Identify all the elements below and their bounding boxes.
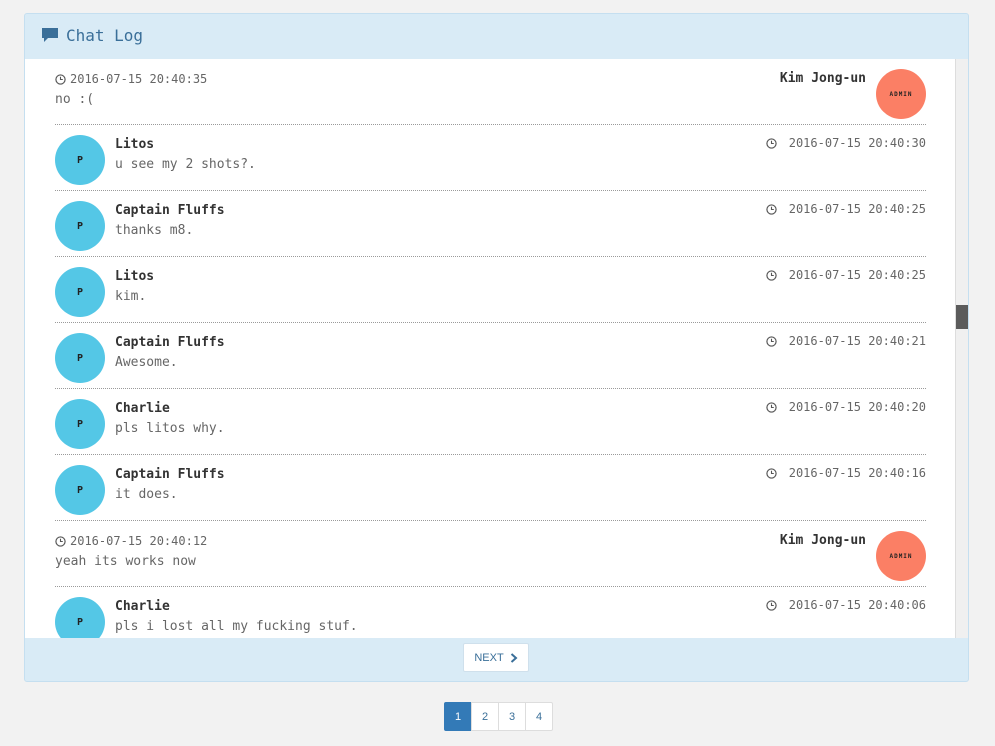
message-text: thanks m8.: [115, 223, 194, 238]
message-time-text: 2016-07-15 20:40:12: [70, 534, 208, 548]
chat-bubble-icon: [42, 28, 58, 42]
chat-message: P Litos u see my 2 shots?. 2016-07-15 20:40…: [55, 125, 926, 191]
message-author: Litos: [115, 269, 155, 284]
message-text: yeah its works now: [55, 554, 196, 569]
scrollbar-thumb[interactable]: [956, 305, 968, 329]
clock-icon: [766, 203, 777, 215]
chat-message: P Captain Fluffs it does. 2016-07-15 20:40:…: [55, 455, 926, 521]
message-time-text: 2016-07-15 20:40:16: [788, 466, 926, 480]
chat-log-panel: Chat Log 2016-07-15 20:40:35 no :( Kim Jon…: [24, 13, 969, 682]
chat-message: P Captain Fluffs Awesome. 2016-07-15 20:40:…: [55, 323, 926, 389]
message-time: 2016-07-15 20:40:06: [766, 598, 926, 612]
message-time: 2016-07-15 20:40:20: [766, 400, 926, 414]
chat-message: P Captain Fluffs thanks m8. 2016-07-15 20:4…: [55, 191, 926, 257]
user-avatar: P: [55, 465, 105, 515]
chat-message: 2016-07-15 20:40:35 no :( Kim Jong-un ADMIN: [55, 59, 926, 125]
message-time: 2016-07-15 20:40:16: [766, 466, 926, 480]
clock-icon: [766, 599, 777, 611]
message-time-text: 2016-07-15 20:40:25: [788, 202, 926, 216]
message-time: 2016-07-15 20:40:25: [766, 268, 926, 282]
message-text: pls i lost all my fucking stuf.: [115, 619, 358, 634]
admin-avatar: ADMIN: [876, 531, 926, 581]
chat-message-list: 2016-07-15 20:40:35 no :( Kim Jong-un ADMIN…: [55, 59, 926, 638]
clock-icon: [766, 335, 777, 347]
chat-message: P Charlie pls i lost all my fucking stuf. 2…: [55, 587, 926, 638]
page-button-4[interactable]: 4: [525, 702, 553, 731]
chevron-right-icon: [510, 652, 518, 663]
panel-heading: Chat Log: [25, 14, 968, 60]
clock-icon: [766, 137, 777, 149]
next-button[interactable]: NEXT: [463, 643, 529, 672]
clock-icon: [55, 535, 66, 547]
chat-log-body[interactable]: 2016-07-15 20:40:35 no :( Kim Jong-un ADMIN…: [25, 59, 968, 638]
message-time-text: 2016-07-15 20:40:35: [70, 72, 208, 86]
user-avatar: P: [55, 333, 105, 383]
message-text: no :(: [55, 92, 95, 107]
user-avatar: P: [55, 597, 105, 638]
page-button-1[interactable]: 1: [444, 702, 472, 731]
message-time: 2016-07-15 20:40:21: [766, 334, 926, 348]
message-text: pls litos why.: [115, 421, 225, 436]
user-avatar: P: [55, 135, 105, 185]
message-text: Awesome.: [115, 355, 178, 370]
page-button-2[interactable]: 2: [471, 702, 499, 731]
message-author: Captain Fluffs: [115, 467, 225, 482]
message-time-text: 2016-07-15 20:40:06: [788, 598, 926, 612]
message-author: Captain Fluffs: [115, 335, 225, 350]
clock-icon: [766, 269, 777, 281]
admin-avatar: ADMIN: [876, 69, 926, 119]
message-time: 2016-07-15 20:40:12: [55, 534, 207, 548]
message-time: 2016-07-15 20:40:30: [766, 136, 926, 150]
clock-icon: [766, 467, 777, 479]
message-text: u see my 2 shots?.: [115, 157, 256, 172]
chat-message: 2016-07-15 20:40:12 yeah its works now Kim…: [55, 521, 926, 587]
pagination: 1234: [444, 702, 553, 731]
scrollbar[interactable]: [955, 59, 968, 638]
chat-message: P Charlie pls litos why. 2016-07-15 20:40:2…: [55, 389, 926, 455]
message-author: Captain Fluffs: [115, 203, 225, 218]
user-avatar: P: [55, 267, 105, 317]
panel-title: Chat Log: [66, 26, 144, 45]
chat-message: P Litos kim. 2016-07-15 20:40:25: [55, 257, 926, 323]
message-time: 2016-07-15 20:40:35: [55, 72, 207, 86]
clock-icon: [766, 401, 777, 413]
panel-footer: NEXT: [25, 638, 968, 682]
message-author: Charlie: [115, 599, 170, 614]
message-time-text: 2016-07-15 20:40:21: [788, 334, 926, 348]
message-author: Litos: [115, 137, 155, 152]
message-time: 2016-07-15 20:40:25: [766, 202, 926, 216]
message-time-text: 2016-07-15 20:40:20: [788, 400, 926, 414]
message-author: Kim Jong-un: [779, 71, 866, 86]
message-time-text: 2016-07-15 20:40:30: [788, 136, 926, 150]
user-avatar: P: [55, 201, 105, 251]
next-button-label: NEXT: [474, 651, 504, 664]
message-text: kim.: [115, 289, 147, 304]
user-avatar: P: [55, 399, 105, 449]
page-button-3[interactable]: 3: [498, 702, 526, 731]
clock-icon: [55, 73, 66, 85]
message-text: it does.: [115, 487, 178, 502]
message-author: Kim Jong-un: [779, 533, 866, 548]
message-time-text: 2016-07-15 20:40:25: [788, 268, 926, 282]
message-author: Charlie: [115, 401, 170, 416]
